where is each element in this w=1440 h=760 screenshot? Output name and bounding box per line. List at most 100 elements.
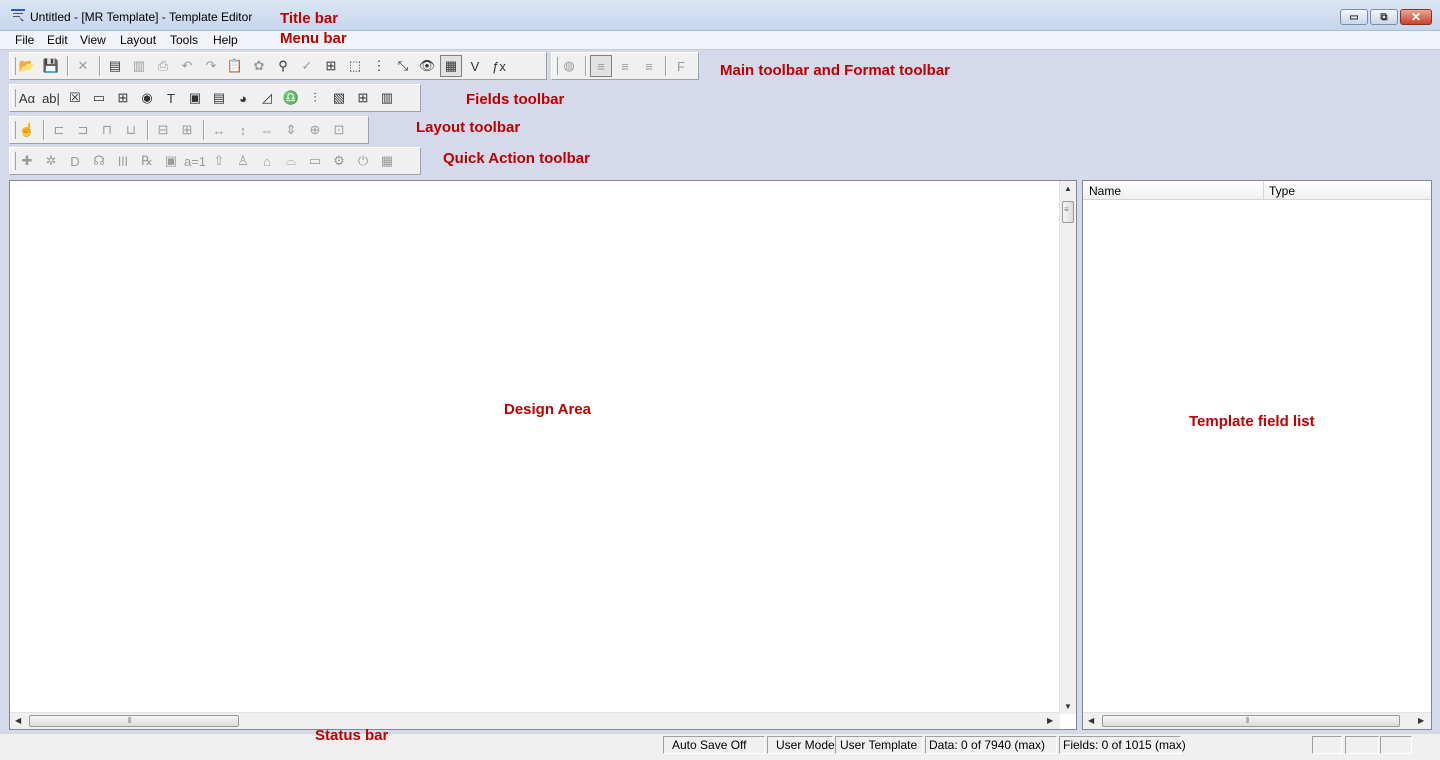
radio-button[interactable]: ◉: [136, 87, 158, 109]
panel-button[interactable]: ▧: [328, 87, 350, 109]
vitals-button[interactable]: ǀǀǀ: [112, 150, 134, 172]
align-rights-button[interactable]: ⊐: [72, 119, 94, 141]
align-tops-button[interactable]: ⊓: [96, 119, 118, 141]
tab-order-button[interactable]: ⊞: [320, 55, 342, 77]
document-button[interactable]: ▣: [160, 150, 182, 172]
barcode-button[interactable]: ▦: [376, 150, 398, 172]
design-vertical-scrollbar[interactable]: ▲ ≡ ▼: [1059, 181, 1076, 714]
grid-table-button[interactable]: ⊞: [352, 87, 374, 109]
settings-button[interactable]: ⚙: [328, 150, 350, 172]
grip-icon: ⦀: [128, 716, 132, 725]
close-x-button[interactable]: ✕: [72, 55, 94, 77]
label-text-button[interactable]: Aα: [16, 87, 38, 109]
open-folder-button[interactable]: 📂: [16, 55, 38, 77]
same-width-button[interactable]: ⇔: [256, 119, 278, 141]
align-right-button[interactable]: ≡: [638, 55, 660, 77]
menu-layout[interactable]: Layout: [120, 33, 156, 47]
variable-v-button[interactable]: V: [464, 55, 486, 77]
preview-eye-button[interactable]: 👁: [416, 55, 438, 77]
check-button[interactable]: ✓: [296, 55, 318, 77]
scroll-right-arrow-icon[interactable]: ▶: [1047, 716, 1053, 725]
person-button[interactable]: ♙: [232, 150, 254, 172]
center-vertical-button[interactable]: ⊟: [152, 119, 174, 141]
menu-tools[interactable]: Tools: [170, 33, 198, 47]
menu-help[interactable]: Help: [213, 33, 238, 47]
box-button[interactable]: ▭: [304, 150, 326, 172]
template-properties-button[interactable]: ▤: [104, 55, 126, 77]
scroll-thumb-horizontal[interactable]: ⦀: [1102, 715, 1400, 727]
column-name[interactable]: Name: [1089, 184, 1121, 198]
scroll-thumb-vertical[interactable]: ≡: [1062, 201, 1074, 223]
undo-button[interactable]: ↶: [176, 55, 198, 77]
center-horizontal-button[interactable]: ⊞: [176, 119, 198, 141]
scroll-down-arrow-icon[interactable]: ▼: [1064, 702, 1072, 711]
column-divider[interactable]: [1263, 181, 1264, 200]
hat-button[interactable]: ⌓: [280, 150, 302, 172]
template-field-list[interactable]: Name Type Template field list ◀ ⦀ ▶: [1082, 180, 1432, 730]
field-list-button[interactable]: ▦: [440, 55, 462, 77]
design-horizontal-scrollbar[interactable]: ◀ ⦀ ▶: [10, 712, 1060, 729]
label-text-icon: Aα: [18, 90, 36, 106]
table-button[interactable]: ⊞: [112, 87, 134, 109]
snap-button[interactable]: ⤡: [392, 55, 414, 77]
same-height-button[interactable]: ⇕: [280, 119, 302, 141]
add-field-button[interactable]: ✚: [16, 150, 38, 172]
clipboard-button[interactable]: 📋: [224, 55, 246, 77]
pointer-button[interactable]: ☝: [16, 119, 38, 141]
database-button[interactable]: ▥: [376, 87, 398, 109]
upload-button[interactable]: ⇧: [208, 150, 230, 172]
align-center-button[interactable]: ≡: [614, 55, 636, 77]
font-button[interactable]: F: [670, 55, 692, 77]
select-box-button[interactable]: ⬚: [344, 55, 366, 77]
size-to-fit-button[interactable]: ⊡: [328, 119, 350, 141]
space-vertical-button[interactable]: ↕: [232, 119, 254, 141]
scroll-right-arrow-icon[interactable]: ▶: [1418, 716, 1424, 725]
print-button[interactable]: ⎙: [152, 55, 174, 77]
upload-icon: ⇧: [213, 153, 225, 168]
design-area[interactable]: Design Area ▲ ≡ ▼ ◀ ⦀ ▶: [9, 180, 1077, 730]
gears-button[interactable]: ✲: [40, 150, 62, 172]
checkbox-button[interactable]: ☒: [64, 87, 86, 109]
menu-view[interactable]: View: [80, 33, 106, 47]
save-button[interactable]: 💾: [40, 55, 62, 77]
menu-file[interactable]: File: [15, 33, 34, 47]
button-button[interactable]: ▭: [88, 87, 110, 109]
body-figure-button[interactable]: ♎: [280, 87, 302, 109]
menu-edit[interactable]: Edit: [47, 33, 68, 47]
space-horizontal-button[interactable]: ↔: [208, 119, 230, 141]
align-bottoms-button[interactable]: ⊔: [120, 119, 142, 141]
scroll-thumb-horizontal[interactable]: ⦀: [29, 715, 239, 727]
scroll-left-arrow-icon[interactable]: ◀: [1088, 716, 1094, 725]
power-button[interactable]: ⏻: [352, 150, 374, 172]
globe-button[interactable]: ◕: [232, 87, 254, 109]
equals-button[interactable]: a=1: [184, 150, 206, 172]
main-toolbar: 📂 💾 ✕ ▤ ▥ ⎙ ↶ ↷ 📋 ✿ ⚲ ✓ ⊞ ⬚ ⋮ ⤡ 👁 ▦ Vƒx: [9, 52, 547, 80]
image-field-button[interactable]: ▣: [184, 87, 206, 109]
column-type[interactable]: Type: [1269, 184, 1295, 198]
memo-button[interactable]: ▤: [208, 87, 230, 109]
stethoscope-button[interactable]: ☊: [88, 150, 110, 172]
align-left-button[interactable]: ≡: [590, 55, 612, 77]
bar-scale-button[interactable]: ⫶: [304, 87, 326, 109]
close-button[interactable]: ✕: [1400, 9, 1432, 25]
save-all-button[interactable]: ▥: [128, 55, 150, 77]
grid-button[interactable]: ⋮: [368, 55, 390, 77]
redo-button[interactable]: ↷: [200, 55, 222, 77]
chart-button[interactable]: ◿: [256, 87, 278, 109]
static-text-button[interactable]: T: [160, 87, 182, 109]
prescription-button[interactable]: ℞: [136, 150, 158, 172]
binoculars-button[interactable]: ⚲: [272, 55, 294, 77]
align-lefts-button[interactable]: ⊏: [48, 119, 70, 141]
scroll-up-arrow-icon[interactable]: ▲: [1064, 184, 1072, 193]
color-button[interactable]: ◍: [558, 55, 580, 77]
diagnosis-button[interactable]: D: [64, 150, 86, 172]
brain-button[interactable]: ✿: [248, 55, 270, 77]
bed-button[interactable]: ⌂: [256, 150, 278, 172]
same-size-button[interactable]: ⊕: [304, 119, 326, 141]
field-list-horizontal-scrollbar[interactable]: ◀ ⦀ ▶: [1083, 712, 1431, 729]
function-fx-button[interactable]: ƒx: [488, 55, 510, 77]
minimize-button[interactable]: ▭: [1340, 9, 1368, 25]
restore-button[interactable]: ⧉: [1370, 9, 1398, 25]
scroll-left-arrow-icon[interactable]: ◀: [15, 716, 21, 725]
textbox-button[interactable]: ab|: [40, 87, 62, 109]
